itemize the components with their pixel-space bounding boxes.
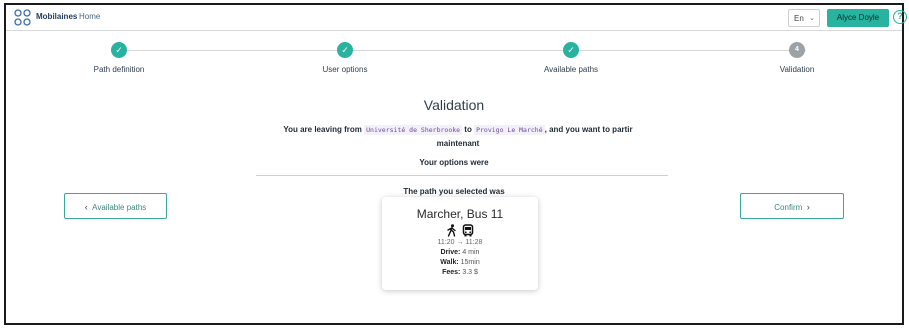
confirm-button-label: Confirm <box>774 203 803 212</box>
step-number: 4 <box>789 42 805 58</box>
top-bar: Mobilaines Home En ⌄ Alyce Doyle ? <box>6 5 907 31</box>
destination-value: Provigo Le Marché <box>474 125 545 135</box>
trip-summary: You are leaving from Université de Sherb… <box>268 123 648 150</box>
step-label: Available paths <box>543 65 599 74</box>
check-icon: ✓ <box>563 42 579 58</box>
chevron-right-icon: › <box>806 202 810 212</box>
route-name: Marcher, Bus 11 <box>416 207 504 221</box>
fees-row: Fees: 3.3 $ <box>382 269 538 276</box>
back-button-label: Available paths <box>92 203 147 212</box>
walk-row: Walk: 15min <box>382 259 538 266</box>
chevron-down-icon: ⌄ <box>809 15 815 22</box>
back-to-available-paths-button[interactable]: ‹ Available paths <box>64 193 167 219</box>
walk-icon <box>447 224 456 237</box>
step-validation: 4 Validation <box>737 42 857 74</box>
stepper-line <box>126 50 806 51</box>
step-label: User options <box>322 65 368 74</box>
leaving-suffix: , and you want to partir <box>544 125 633 134</box>
selected-path-card[interactable]: Marcher, Bus 11 11:20 → 11:28 Drive: 4 m… <box>382 197 538 290</box>
user-menu-button[interactable]: Alyce Doyle <box>827 9 889 27</box>
language-select[interactable]: En ⌄ <box>788 9 820 27</box>
page-title: Validation <box>423 97 485 113</box>
leaving-prefix: You are leaving from <box>283 125 362 134</box>
departure-when: maintenant <box>436 139 480 148</box>
check-icon: ✓ <box>337 42 353 58</box>
app-window: Mobilaines Home En ⌄ Alyce Doyle ? ✓ Pat… <box>4 3 907 325</box>
step-available-paths: ✓ Available paths <box>511 42 631 74</box>
origin-value: Université de Sherbrooke <box>364 125 463 135</box>
to-text: to <box>464 125 472 134</box>
language-value: En <box>794 14 804 23</box>
help-icon[interactable]: ? <box>893 10 907 24</box>
divider <box>256 175 668 176</box>
check-icon: ✓ <box>111 42 127 58</box>
walk-value: 15min <box>460 259 480 266</box>
nav-home-link[interactable]: Home <box>79 12 100 21</box>
confirm-button[interactable]: Confirm › <box>740 193 844 219</box>
step-label: Validation <box>779 65 815 74</box>
transport-icons <box>382 224 538 238</box>
drive-row: Drive: 4 min <box>382 249 538 256</box>
walk-label: Walk: <box>440 259 459 266</box>
step-label: Path definition <box>93 65 145 74</box>
drive-value: 4 min <box>462 249 480 256</box>
options-heading: Your options were <box>419 158 489 167</box>
step-path-definition: ✓ Path definition <box>59 42 179 74</box>
bus-icon <box>462 224 474 237</box>
fees-value: 3.3 $ <box>462 269 478 276</box>
fees-label: Fees: <box>442 269 461 276</box>
chevron-left-icon: ‹ <box>84 202 88 212</box>
time-range: 11:20 → 11:28 <box>437 239 483 246</box>
brand-name[interactable]: Mobilaines <box>36 12 77 21</box>
step-user-options: ✓ User options <box>285 42 405 74</box>
app-logo-icon[interactable] <box>14 9 32 26</box>
drive-label: Drive: <box>440 249 461 256</box>
